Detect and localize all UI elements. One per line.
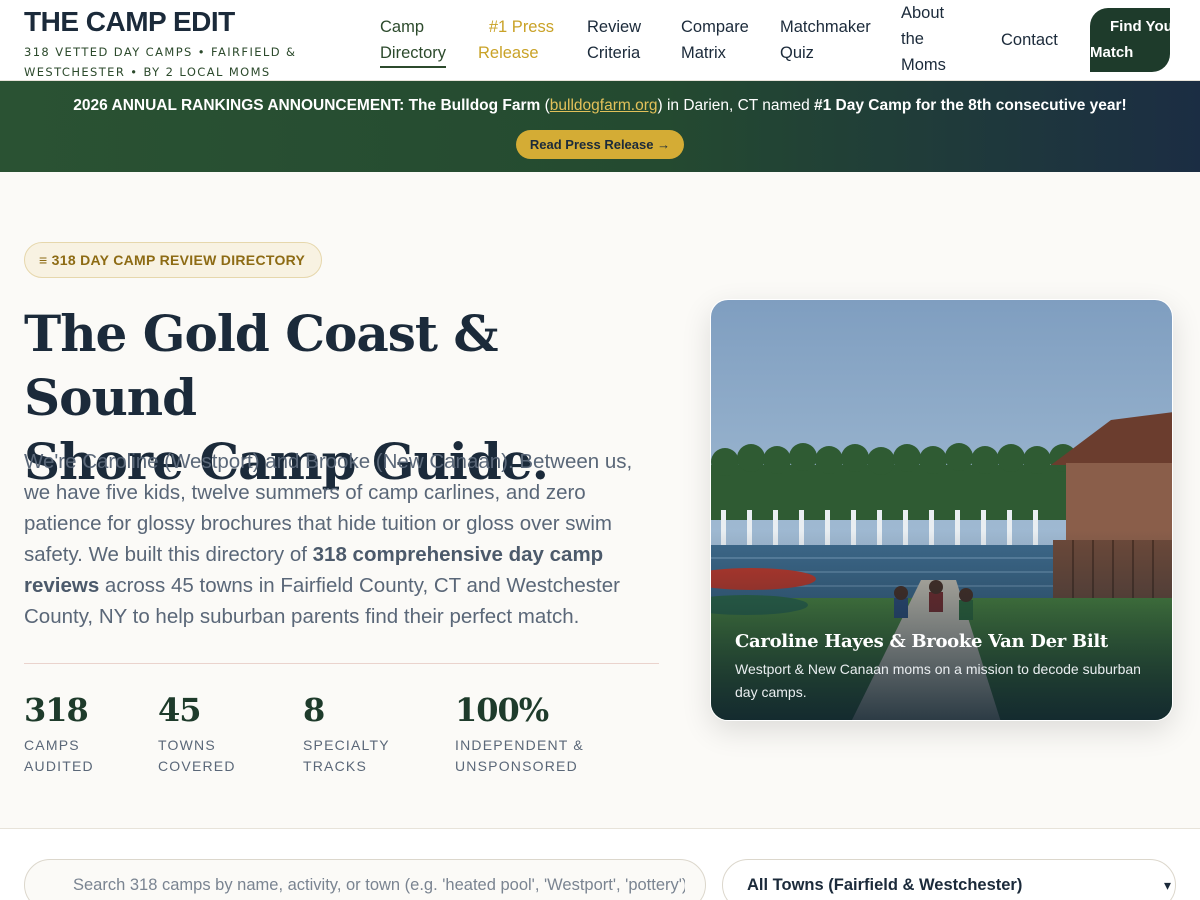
brand-title: THE CAMP EDIT	[24, 6, 235, 37]
nav-label: the	[901, 30, 924, 48]
nav-press-release[interactable]: #1 Press Release	[478, 14, 554, 66]
nav-label: About	[901, 4, 945, 22]
read-press-release-button[interactable]: Read Press Release →	[516, 130, 684, 159]
nav-review-criteria[interactable]: Review Criteria	[587, 14, 641, 66]
stat-label: CAMPS AUDITED	[24, 735, 94, 777]
moms-names: Caroline Hayes & Brooke Van Der Bilt	[735, 631, 1108, 652]
nav-label: Review	[587, 18, 642, 36]
nav-matchmaker-quiz[interactable]: Matchmaker Quiz	[780, 14, 871, 66]
stat-independent: 100% INDEPENDENT & UNSPONSORED	[455, 690, 584, 777]
stat-towns-covered: 45 TOWNS COVERED	[158, 690, 236, 777]
stat-number: 8	[303, 691, 325, 729]
stat-number: 318	[24, 691, 89, 729]
moms-photo-card: Caroline Hayes & Brooke Van Der Bilt Wes…	[710, 299, 1173, 721]
nav-label: Contact	[1001, 31, 1058, 49]
nav-label: Matchmaker	[780, 18, 871, 36]
stat-label-line: TOWNS	[158, 737, 216, 753]
stat-label-line: TRACKS	[303, 758, 367, 774]
tree-line	[711, 443, 1103, 520]
nav-contact[interactable]: Contact	[1001, 27, 1058, 53]
hero-intro: We're Caroline (Westport) and Brooke (Ne…	[24, 446, 664, 632]
stat-label-line: UNSPONSORED	[455, 758, 578, 774]
town-selected-value: All Towns (Fairfield & Westchester)	[747, 876, 1023, 894]
photo-caption: Caroline Hayes & Brooke Van Der Bilt Wes…	[735, 629, 1155, 704]
town-filter-select[interactable]: All Towns (Fairfield & Westchester) ▾	[722, 859, 1176, 900]
intro-text: across 45 towns in Fairfield County, CT …	[24, 574, 620, 628]
stat-label: INDEPENDENT & UNSPONSORED	[455, 735, 584, 777]
stat-label-line: AUDITED	[24, 758, 94, 774]
nav-label: Directory	[380, 44, 447, 62]
banner-mid: ) in Darien, CT named	[657, 97, 814, 114]
nav-camp-directory[interactable]: Camp Directory	[380, 14, 447, 68]
nav-label: Camp	[380, 18, 425, 36]
title-line: The Gold Coast & Sound	[24, 304, 499, 427]
nav-label: #1 Press	[488, 18, 554, 36]
stat-label-line: SPECIALTY	[303, 737, 390, 753]
top-nav: THE CAMP EDIT 318 VETTED DAY CAMPS • FAI…	[0, 0, 1200, 81]
nav-label: Criteria	[587, 44, 641, 62]
nav-label: Release	[478, 44, 539, 62]
stat-label-line: CAMPS	[24, 737, 80, 753]
cta-label: Find Your	[1110, 18, 1170, 35]
brand[interactable]: THE CAMP EDIT 318 VETTED DAY CAMPS • FAI…	[24, 6, 314, 82]
brand-subtitle: 318 VETTED DAY CAMPS • FAIRFIELD & WESTC…	[24, 45, 297, 79]
nav-label: Quiz	[780, 44, 814, 62]
directory-eyebrow-badge: ≡ 318 DAY CAMP REVIEW DIRECTORY	[24, 242, 323, 278]
stat-label-line: INDEPENDENT &	[455, 737, 584, 753]
banner-lead: 2026 ANNUAL RANKINGS ANNOUNCEMENT: The B…	[73, 97, 541, 114]
stat-label-line: COVERED	[158, 758, 236, 774]
stat-camps-audited: 318 CAMPS AUDITED	[24, 690, 94, 777]
find-your-match-button[interactable]: Find Your Match	[1090, 8, 1170, 72]
stat-number: 45	[158, 691, 202, 729]
moms-description: Westport & New Canaan moms on a mission …	[735, 661, 1141, 700]
chevron-down-icon: ▾	[1163, 877, 1171, 893]
nav-compare-matrix[interactable]: Compare Matrix	[681, 14, 749, 66]
banner-text: 2026 ANNUAL RANKINGS ANNOUNCEMENT: The B…	[0, 95, 1200, 117]
nav-label: Moms	[901, 56, 946, 74]
nav-label: Matrix	[681, 44, 726, 62]
cta-label: Match	[1090, 44, 1134, 61]
nav-about-the-moms[interactable]: About the Moms	[901, 0, 946, 78]
bulldogfarm-link[interactable]: bulldogfarm.org	[550, 97, 658, 114]
stat-number: 100%	[455, 691, 549, 729]
stat-label: SPECIALTY TRACKS	[303, 735, 390, 777]
stat-specialty-tracks: 8 SPECIALTY TRACKS	[303, 690, 390, 777]
nav-label: Compare	[681, 18, 749, 36]
banner-highlight: #1 Day Camp for the 8th consecutive year…	[814, 97, 1127, 114]
announcement-banner: 2026 ANNUAL RANKINGS ANNOUNCEMENT: The B…	[0, 81, 1200, 172]
banner-paren: (	[540, 97, 550, 114]
divider	[24, 663, 659, 664]
stat-label: TOWNS COVERED	[158, 735, 236, 777]
camp-search-input[interactable]	[24, 859, 706, 900]
